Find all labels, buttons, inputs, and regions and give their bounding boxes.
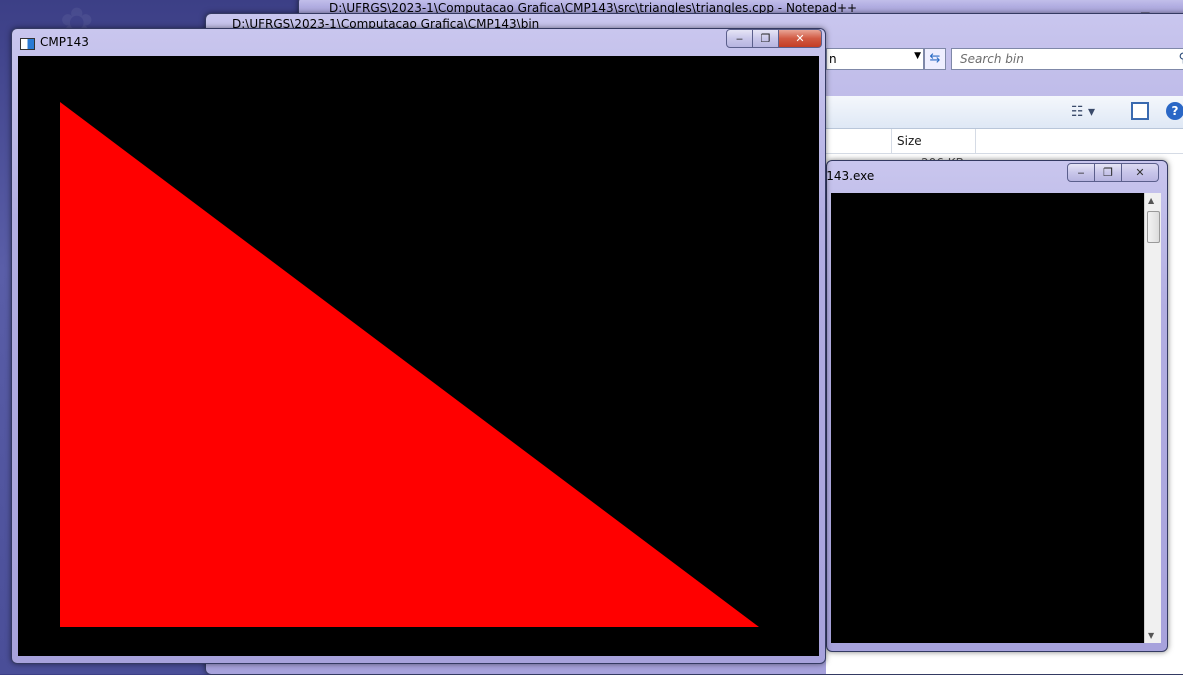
restore-icon[interactable]: ❐	[753, 29, 779, 48]
scroll-up-icon[interactable]: ▲	[1148, 196, 1154, 205]
minimize-icon[interactable]: ‒	[726, 29, 753, 48]
search-placeholder: Search bin	[960, 52, 1024, 66]
console-output[interactable]	[831, 193, 1144, 643]
cmp143-window[interactable]: CMP143 ‒ ❐ ✕	[11, 28, 826, 664]
cmp143-window-buttons: ‒ ❐ ✕	[726, 29, 822, 48]
close-icon[interactable]: ✕	[1122, 163, 1159, 182]
render-surface	[18, 56, 819, 656]
close-icon[interactable]: ✕	[779, 29, 822, 48]
console-window[interactable]: P143.exe ‒ ❐ ✕ ▲ ▼	[819, 160, 1168, 652]
preview-pane-icon[interactable]	[1131, 102, 1149, 120]
render-canvas[interactable]	[18, 56, 819, 656]
console-window-buttons: ‒ ❐ ✕	[1067, 163, 1159, 182]
restore-icon[interactable]: ❐	[1095, 163, 1122, 182]
refresh-icon[interactable]: ⇆	[924, 48, 946, 70]
search-input[interactable]: Search bin ⚲	[951, 48, 1183, 70]
console-title: P143.exe	[819, 169, 875, 183]
cmp143-title: CMP143	[40, 35, 89, 49]
chevron-down-icon[interactable]: ▼	[914, 51, 921, 61]
column-header-size[interactable]: Size	[891, 129, 976, 153]
address-text: n	[829, 52, 837, 66]
help-icon[interactable]: ?	[1166, 102, 1183, 120]
search-icon[interactable]: ⚲	[1178, 51, 1183, 66]
view-options-icon[interactable]: ☷ ▾	[1071, 104, 1095, 120]
address-bar[interactable]: n ▼	[826, 48, 924, 70]
app-icon	[20, 38, 35, 50]
file-list-header: Size	[826, 129, 1183, 154]
scroll-thumb[interactable]	[1147, 211, 1160, 243]
console-scrollbar[interactable]: ▲ ▼	[1144, 193, 1161, 643]
scroll-down-icon[interactable]: ▼	[1148, 631, 1154, 640]
explorer-toolbar: ☷ ▾ ?	[826, 96, 1183, 129]
minimize-icon[interactable]: ‒	[1067, 163, 1095, 182]
